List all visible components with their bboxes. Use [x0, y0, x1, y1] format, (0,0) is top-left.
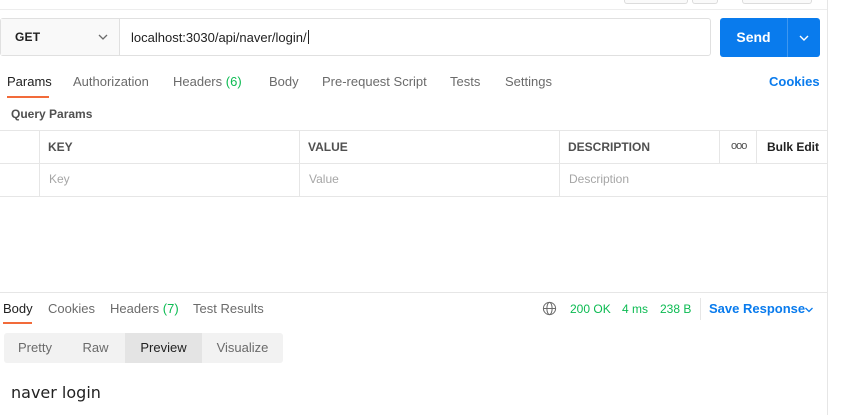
save-response-button[interactable]: Save Response — [709, 301, 805, 316]
view-mode-preview[interactable]: Preview — [125, 333, 202, 363]
response-tab-cookies[interactable]: Cookies — [48, 301, 95, 316]
url-text: localhost:3030/api/naver/login/ — [131, 30, 307, 45]
response-tab-headers-label: Headers — [110, 301, 160, 316]
response-size: 238 B — [660, 302, 692, 316]
text-caret — [307, 30, 309, 44]
response-headers-count-badge: (7) — [162, 301, 179, 316]
chevron-down-icon[interactable] — [798, 32, 810, 44]
view-mode-pretty[interactable]: Pretty — [4, 333, 66, 363]
cookies-link[interactable]: Cookies — [769, 74, 820, 89]
column-header-description: DESCRIPTION — [568, 140, 651, 154]
column-divider — [39, 131, 40, 196]
active-tab-indicator — [7, 96, 49, 98]
column-divider — [756, 131, 757, 163]
more-options-icon[interactable]: ooo — [731, 140, 747, 152]
key-input[interactable]: Key — [49, 172, 70, 186]
method-label: GET — [15, 30, 41, 44]
tab-settings[interactable]: Settings — [505, 74, 552, 89]
bulk-edit-button[interactable]: Bulk Edit — [767, 140, 819, 154]
headers-count-badge: (6) — [225, 74, 242, 89]
send-label: Send — [736, 29, 771, 45]
response-tab-test-results[interactable]: Test Results — [193, 301, 264, 316]
toolbar-button-edge[interactable] — [692, 0, 718, 4]
response-tab-headers[interactable]: Headers (7) — [110, 301, 179, 316]
status-divider — [700, 298, 701, 320]
column-header-value: VALUE — [308, 140, 348, 154]
toolbar-button-edge[interactable] — [624, 0, 688, 4]
response-divider[interactable] — [0, 292, 827, 293]
view-mode-segmented-control: Pretty Raw Preview Visualize — [4, 333, 283, 363]
tab-pre-request-script[interactable]: Pre-request Script — [322, 74, 427, 89]
response-preview-text: naver login — [11, 383, 101, 402]
description-input[interactable]: Description — [569, 172, 629, 186]
method-select[interactable]: GET — [1, 19, 120, 55]
tab-body[interactable]: Body — [269, 74, 299, 89]
tab-headers-label: Headers — [173, 74, 223, 89]
response-time: 4 ms — [622, 302, 649, 316]
top-toolbar-strip — [0, 0, 828, 10]
chevron-down-icon[interactable] — [804, 305, 814, 315]
column-header-key: KEY — [48, 140, 73, 154]
query-params-title: Query Params — [11, 107, 93, 121]
send-button[interactable]: Send — [720, 18, 820, 57]
tab-params[interactable]: Params — [7, 74, 52, 89]
column-divider — [719, 131, 720, 163]
globe-icon[interactable] — [542, 301, 557, 316]
view-mode-visualize[interactable]: Visualize — [202, 333, 283, 363]
response-tab-body[interactable]: Body — [3, 301, 33, 316]
send-divider — [787, 18, 788, 57]
query-params-table: KEY VALUE DESCRIPTION ooo Bulk Edit Key … — [0, 130, 827, 197]
toolbar-button-edge[interactable] — [742, 0, 812, 4]
url-input[interactable]: localhost:3030/api/naver/login/ — [131, 30, 309, 45]
value-input[interactable]: Value — [309, 172, 339, 186]
tab-authorization[interactable]: Authorization — [73, 74, 149, 89]
chevron-down-icon — [98, 34, 108, 40]
tab-tests[interactable]: Tests — [450, 74, 480, 89]
column-divider — [559, 131, 560, 196]
active-response-tab-indicator — [3, 322, 32, 324]
table-divider — [0, 163, 827, 164]
request-url-bar: GET localhost:3030/api/naver/login/ — [0, 18, 711, 56]
view-mode-raw[interactable]: Raw — [66, 333, 125, 363]
panel-divider — [827, 0, 828, 415]
status-code: 200 OK — [570, 302, 611, 316]
column-divider — [299, 131, 300, 196]
tab-headers[interactable]: Headers (6) — [173, 74, 242, 89]
